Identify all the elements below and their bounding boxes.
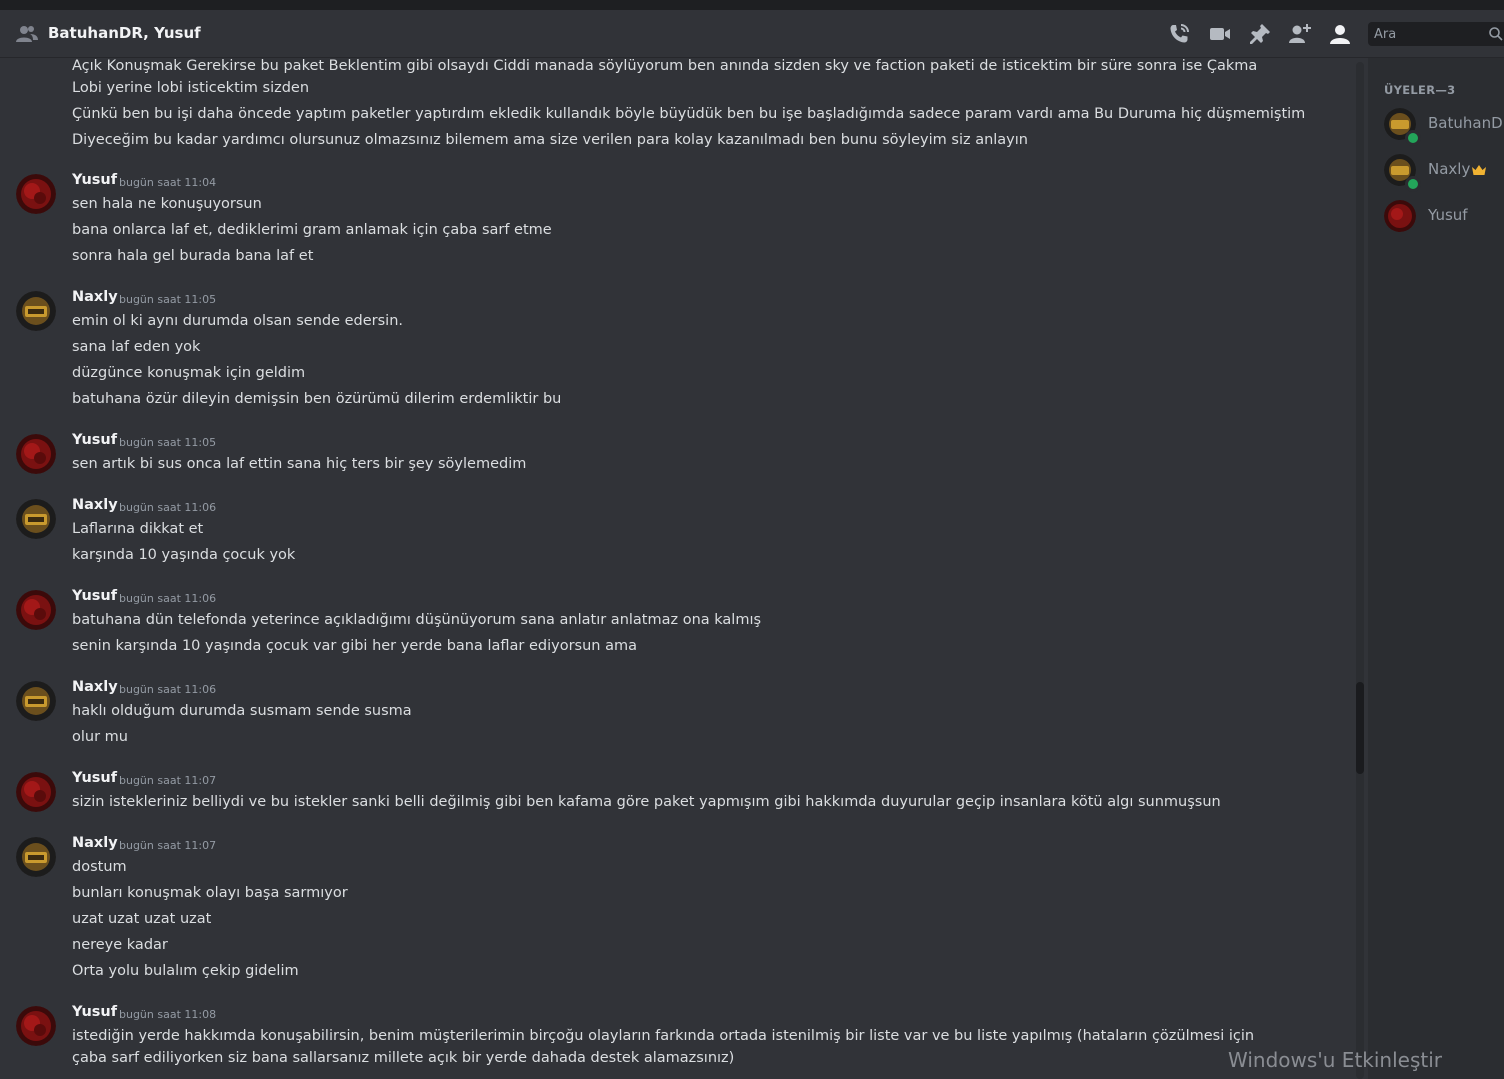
avatar-naxly[interactable]: [16, 499, 56, 539]
member-item-batuhandr[interactable]: BatuhanDR: [1368, 104, 1504, 146]
message-timestamp: bugün saat 11:05: [119, 293, 217, 306]
message-timestamp: bugün saat 11:08: [119, 1008, 217, 1021]
message-text: Laflarına dikkat et: [72, 521, 204, 537]
message-timestamp: bugün saat 11:04: [119, 176, 217, 189]
online-status-icon: [1405, 130, 1421, 146]
message-text: sana laf eden yok: [72, 339, 201, 355]
message-author[interactable]: Naxly: [72, 497, 118, 513]
message-timestamp: bugün saat 11:06: [119, 683, 217, 696]
message-author[interactable]: Yusuf: [72, 588, 117, 604]
message-author[interactable]: Yusuf: [72, 172, 117, 188]
message-text: Orta yolu bulalım çekip gidelim: [72, 963, 299, 979]
message-text: batuhana özür dileyin demişsin ben özürü…: [72, 391, 562, 407]
message-author[interactable]: Naxly: [72, 835, 118, 851]
avatar-yusuf: [1384, 200, 1416, 232]
group-owner-crown-icon: [1472, 165, 1486, 175]
avatar-yusuf[interactable]: [16, 772, 56, 812]
member-name: Yusuf: [1428, 206, 1468, 224]
message-timestamp: bugün saat 11:07: [119, 774, 217, 787]
message-text: Diyeceğim bu kadar yardımcı olursunuz ol…: [72, 132, 1028, 148]
message-text: bunları konuşmak olayı başa sarmıyor: [72, 885, 348, 901]
message-author[interactable]: Naxly: [72, 289, 118, 305]
message-author[interactable]: Yusuf: [72, 1004, 117, 1020]
message-timestamp: bugün saat 11:05: [119, 436, 217, 449]
member-list-heading: ÜYELER—3: [1384, 83, 1456, 97]
message-text: olur mu: [72, 729, 128, 745]
message-list[interactable]: Açık Konuşmak Gerekirse bu paket Beklent…: [0, 58, 1352, 1079]
message-text: uzat uzat uzat uzat: [72, 911, 212, 927]
message-author[interactable]: Yusuf: [72, 432, 117, 448]
avatar-yusuf[interactable]: [16, 174, 56, 214]
avatar-naxly[interactable]: [16, 681, 56, 721]
message-text: Açık Konuşmak Gerekirse bu paket Beklent…: [72, 58, 1258, 96]
message-timestamp: bugün saat 11:07: [119, 839, 217, 852]
message-text: sizin istekleriniz belliydi ve bu istekl…: [72, 794, 1221, 810]
message-text: Çünkü ben bu işi daha öncede yaptım pake…: [72, 106, 1306, 122]
member-item-naxly[interactable]: Naxly: [1368, 150, 1504, 192]
message-text: bana onlarca laf et, dediklerimi gram an…: [72, 222, 552, 238]
message-author[interactable]: Yusuf: [72, 770, 117, 786]
member-item-yusuf[interactable]: Yusuf: [1368, 196, 1504, 238]
message-text: sonra hala gel burada bana laf et: [72, 248, 314, 264]
pinned-messages-icon[interactable]: [1248, 22, 1272, 46]
member-list: ÜYELER—3 BatuhanDR Naxly Yusuf: [1368, 58, 1504, 1079]
message-text: nereye kadar: [72, 937, 168, 953]
message-timestamp: bugün saat 11:06: [119, 592, 217, 605]
search-bar[interactable]: [1368, 22, 1504, 46]
message-text: istediğin yerde hakkımda konuşabilirsin,…: [72, 1028, 1255, 1066]
start-voice-call-icon[interactable]: [1167, 22, 1191, 46]
message-text: sen artık bi sus onca laf ettin sana hiç…: [72, 456, 527, 472]
message-text: emin ol ki aynı durumda olsan sende eder…: [72, 313, 404, 329]
message-text: haklı olduğum durumda susmam sende susma: [72, 703, 412, 719]
search-icon: [1489, 27, 1503, 41]
channel-header: BatuhanDR, Yusuf: [0, 10, 1504, 58]
message-text: dostum: [72, 859, 127, 875]
group-dm-icon: [16, 26, 38, 42]
window-top-strip: [0, 0, 1504, 10]
member-list-toggle-icon[interactable]: [1328, 22, 1352, 46]
message-author[interactable]: Naxly: [72, 679, 118, 695]
message-text: sen hala ne konuşuyorsun: [72, 196, 262, 212]
windows-activation-watermark: Windows'u Etkinleştir: [1228, 1048, 1443, 1072]
member-name: BatuhanDR: [1428, 114, 1504, 132]
message-text: düzgünce konuşmak için geldim: [72, 365, 306, 381]
online-status-icon: [1405, 176, 1421, 192]
message-timestamp: bugün saat 11:06: [119, 501, 217, 514]
avatar-yusuf[interactable]: [16, 434, 56, 474]
search-input[interactable]: [1368, 22, 1490, 46]
avatar-naxly[interactable]: [16, 837, 56, 877]
message-text: batuhana dün telefonda yeterince açıklad…: [72, 612, 762, 628]
message-text: senin karşında 10 yaşında çocuk var gibi…: [72, 638, 637, 654]
avatar-yusuf[interactable]: [16, 590, 56, 630]
avatar-yusuf[interactable]: [16, 1006, 56, 1046]
message-scrollbar-track[interactable]: [1356, 62, 1364, 1079]
member-name: Naxly: [1428, 160, 1471, 178]
channel-title: BatuhanDR, Yusuf: [48, 24, 201, 42]
message-scrollbar-thumb[interactable]: [1356, 682, 1364, 774]
start-video-call-icon[interactable]: [1208, 22, 1232, 46]
add-friends-to-dm-icon[interactable]: [1288, 22, 1312, 46]
message-text: karşında 10 yaşında çocuk yok: [72, 547, 296, 563]
avatar-naxly[interactable]: [16, 291, 56, 331]
